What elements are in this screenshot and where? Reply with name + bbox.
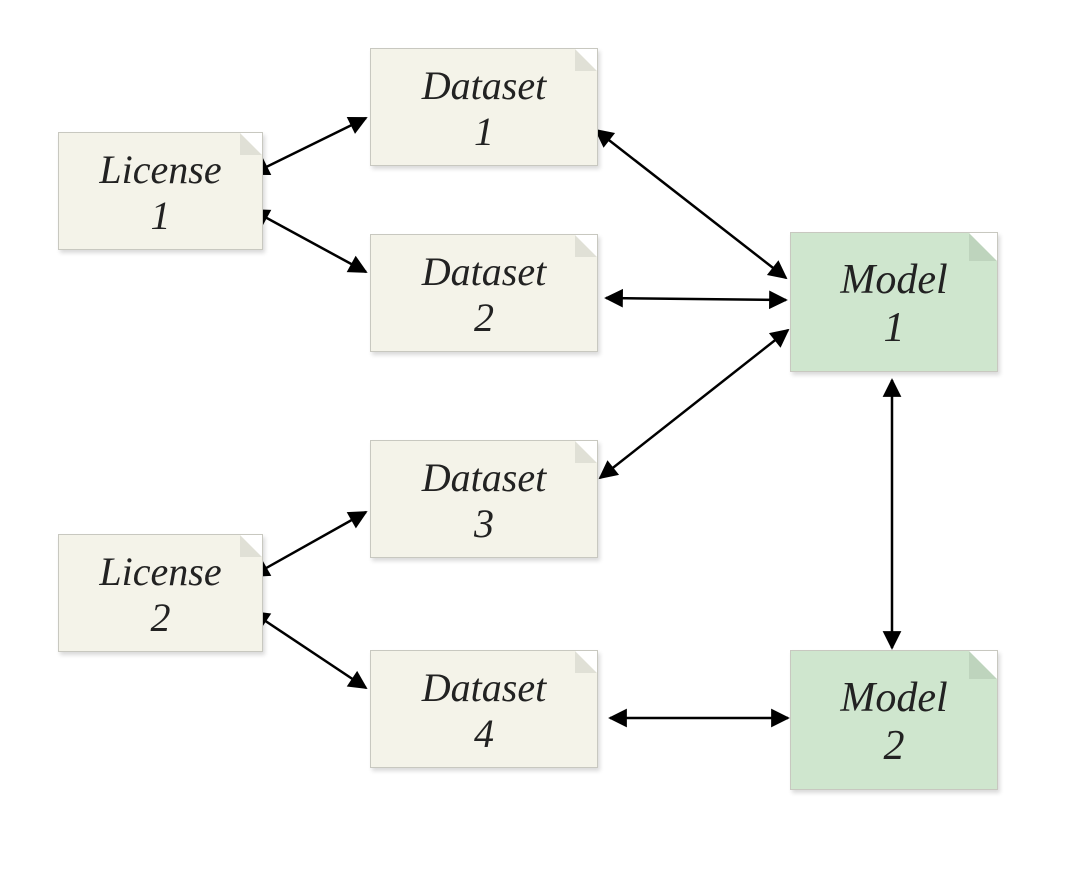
node-label-index: 2 (151, 595, 171, 641)
node-model-1: Model 1 (790, 232, 998, 372)
node-label: Dataset (422, 455, 546, 501)
node-label-index: 1 (884, 304, 905, 352)
node-label: License (99, 147, 221, 193)
edge-dataset2-model1 (606, 298, 786, 300)
node-label-index: 3 (474, 501, 494, 547)
node-dataset-2: Dataset 2 (370, 234, 598, 352)
node-license-2: License 2 (58, 534, 263, 652)
node-label-index: 2 (474, 295, 494, 341)
node-license-1: License 1 (58, 132, 263, 250)
edge-license2-dataset4 (252, 612, 366, 688)
edge-license1-dataset2 (252, 210, 366, 272)
node-model-2: Model 2 (790, 650, 998, 790)
node-label: License (99, 549, 221, 595)
node-dataset-3: Dataset 3 (370, 440, 598, 558)
node-dataset-4: Dataset 4 (370, 650, 598, 768)
node-label-index: 1 (151, 193, 171, 239)
edge-dataset1-model1 (596, 130, 786, 278)
node-label: Dataset (422, 665, 546, 711)
node-label-index: 2 (884, 722, 905, 770)
node-label-index: 1 (474, 109, 494, 155)
node-dataset-1: Dataset 1 (370, 48, 598, 166)
edge-license2-dataset3 (252, 512, 366, 576)
edge-license1-dataset1 (252, 118, 366, 174)
node-label-index: 4 (474, 711, 494, 757)
edge-dataset3-model1 (600, 330, 788, 478)
diagram-canvas: License 1 License 2 Dataset 1 Dataset 2 … (0, 0, 1080, 881)
node-label: Dataset (422, 249, 546, 295)
node-label: Model (840, 674, 947, 722)
node-label: Dataset (422, 63, 546, 109)
node-label: Model (840, 256, 947, 304)
